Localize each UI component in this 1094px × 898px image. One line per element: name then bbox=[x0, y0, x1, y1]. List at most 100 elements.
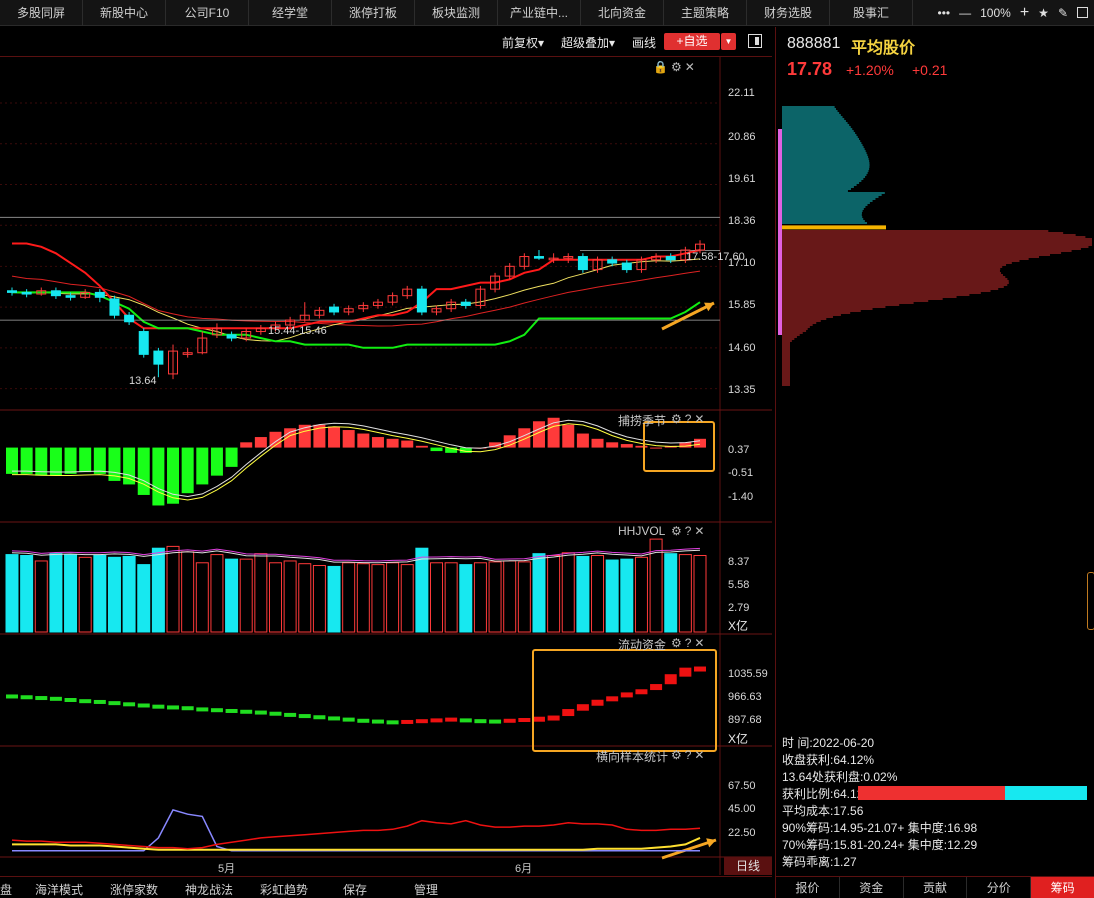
flow-panel-controls[interactable]: ⚙?✕ bbox=[671, 636, 708, 650]
candle-body bbox=[621, 262, 632, 271]
panel-toggle-icon[interactable] bbox=[748, 34, 762, 48]
volume-bar bbox=[107, 556, 121, 633]
macd-bar bbox=[210, 447, 223, 476]
volume-bar bbox=[591, 555, 605, 633]
indicator-tab[interactable]: 彩虹趋势 bbox=[260, 881, 308, 898]
stock-change: +0.21 bbox=[912, 62, 948, 78]
nav-tab-new-stock[interactable]: 新股中心 bbox=[83, 0, 166, 26]
period-label[interactable]: 日线 bbox=[724, 857, 772, 875]
main-panel-controls[interactable]: 🔒⚙✕ bbox=[653, 60, 698, 74]
volume-bar bbox=[693, 555, 707, 633]
zoom-in-icon[interactable]: + bbox=[1020, 4, 1029, 22]
save-button[interactable]: 保存 bbox=[343, 881, 367, 898]
volume-panel-title: HHJVOL bbox=[618, 524, 666, 538]
chip-time: 时 间:2022-06-20 bbox=[782, 736, 875, 750]
adjust-dropdown[interactable]: 前复权▾ bbox=[502, 34, 544, 51]
flow-bar bbox=[371, 719, 384, 724]
indicator-tab[interactable]: 涨停家数 bbox=[110, 881, 158, 898]
stats-panel-controls[interactable]: ⚙?✕ bbox=[671, 748, 708, 762]
flow-bar bbox=[196, 707, 209, 712]
flow-bar bbox=[64, 698, 77, 702]
volume-y-tick: 2.79 bbox=[728, 602, 750, 614]
macd-y-tick: -1.40 bbox=[728, 491, 754, 503]
nav-tab-industry-chain[interactable]: 产业链中... bbox=[498, 0, 581, 26]
add-watchlist-dropdown[interactable]: ▼ bbox=[721, 33, 736, 50]
overlay-dropdown[interactable]: 超级叠加▾ bbox=[561, 34, 615, 51]
macd-bar bbox=[591, 438, 604, 448]
nav-tab-school[interactable]: 经学堂 bbox=[249, 0, 332, 26]
chip-90: 90%筹码:14.95-21.07+ 集中度:16.98 bbox=[782, 821, 978, 835]
macd-bar bbox=[137, 447, 150, 495]
nav-tab-theme-strategy[interactable]: 主题策略 bbox=[664, 0, 747, 26]
flow-bar bbox=[123, 702, 136, 707]
macd-bar bbox=[79, 447, 92, 473]
chip-distribution bbox=[778, 106, 1092, 386]
macd-bar bbox=[196, 447, 209, 485]
scroll-handle[interactable] bbox=[1087, 572, 1094, 630]
x-tick-may: 5月 bbox=[218, 863, 236, 875]
nav-tab-financial-screen[interactable]: 财务选股 bbox=[747, 0, 830, 26]
rtab-quote[interactable]: 报价 bbox=[776, 877, 840, 898]
rtab-contribution[interactable]: 贡献 bbox=[904, 877, 968, 898]
indicator-tab[interactable]: 盘 bbox=[0, 881, 12, 898]
nav-tab-f10[interactable]: 公司F10 bbox=[166, 0, 249, 26]
volume-bar bbox=[517, 561, 531, 633]
main-y-tick: 20.86 bbox=[728, 131, 756, 143]
volume-bar bbox=[122, 555, 136, 633]
macd-bar bbox=[620, 444, 633, 448]
volume-bar bbox=[620, 558, 634, 633]
macd-bar bbox=[635, 445, 648, 448]
macd-panel-controls[interactable]: ⚙?✕ bbox=[671, 412, 708, 426]
flow-bar bbox=[650, 684, 663, 691]
volume-bar bbox=[268, 562, 282, 633]
indicator-tabs: 盘 海洋模式 涨停家数 神龙战法 彩虹趋势 保存 管理 bbox=[0, 876, 772, 898]
macd-bar bbox=[93, 447, 106, 474]
rtab-chips[interactable]: 筹码 bbox=[1031, 877, 1094, 898]
flow-panel-title: 流动资金 bbox=[618, 638, 667, 652]
candle-body bbox=[416, 288, 427, 313]
nav-tab-multi-stock[interactable]: 多股同屏 bbox=[0, 0, 83, 26]
rtab-fund[interactable]: 资金 bbox=[840, 877, 904, 898]
volume-bar bbox=[93, 555, 107, 633]
chip-range-marker bbox=[778, 129, 782, 335]
volume-bar bbox=[430, 562, 444, 633]
profit-ratio-bar bbox=[858, 786, 1087, 800]
zoom-level: 100% bbox=[980, 5, 1011, 20]
nav-tab-limit-up[interactable]: 涨停打板 bbox=[332, 0, 415, 26]
flow-bar bbox=[679, 667, 692, 677]
flow-bar bbox=[489, 719, 502, 724]
volume-bar bbox=[371, 564, 385, 633]
stock-change-pct: +1.20% bbox=[846, 62, 894, 78]
flow-bar bbox=[108, 701, 121, 706]
macd-bar bbox=[6, 447, 18, 474]
maximize-icon[interactable] bbox=[1077, 7, 1088, 18]
volume-y-tick: 8.37 bbox=[728, 556, 750, 568]
flow-bar bbox=[298, 714, 311, 719]
flow-bar bbox=[547, 715, 560, 721]
add-watchlist-button[interactable]: +自选 bbox=[664, 33, 720, 50]
zoom-out-icon[interactable]: — bbox=[959, 6, 971, 20]
more-icon[interactable]: ••• bbox=[938, 6, 951, 20]
manage-button[interactable]: 管理 bbox=[414, 881, 438, 898]
volume-bar bbox=[386, 562, 400, 633]
candle-body bbox=[153, 350, 164, 365]
macd-bar bbox=[386, 438, 399, 448]
volume-bar bbox=[327, 565, 341, 633]
nav-tab-stock-events[interactable]: 股事汇 bbox=[830, 0, 913, 26]
candle-body bbox=[109, 298, 120, 316]
star-icon[interactable]: ★ bbox=[1038, 6, 1049, 20]
flow-bar bbox=[79, 699, 92, 704]
indicator-tab[interactable]: 神龙战法 bbox=[185, 881, 233, 898]
volume-bar bbox=[576, 555, 590, 633]
flow-bar bbox=[620, 692, 633, 698]
pen-icon[interactable]: ✎ bbox=[1058, 6, 1068, 20]
nav-tab-sector-monitor[interactable]: 板块监测 bbox=[415, 0, 498, 26]
nav-tab-northbound[interactable]: 北向资金 bbox=[581, 0, 664, 26]
candle-body bbox=[94, 291, 105, 298]
rtab-price-distribution[interactable]: 分价 bbox=[967, 877, 1032, 898]
indicator-tab[interactable]: 海洋模式 bbox=[35, 881, 83, 898]
flow-bar bbox=[401, 719, 414, 724]
volume-bar bbox=[210, 554, 224, 633]
volume-panel-controls[interactable]: ⚙?✕ bbox=[671, 524, 708, 538]
draw-line-button[interactable]: 画线 bbox=[632, 34, 656, 51]
